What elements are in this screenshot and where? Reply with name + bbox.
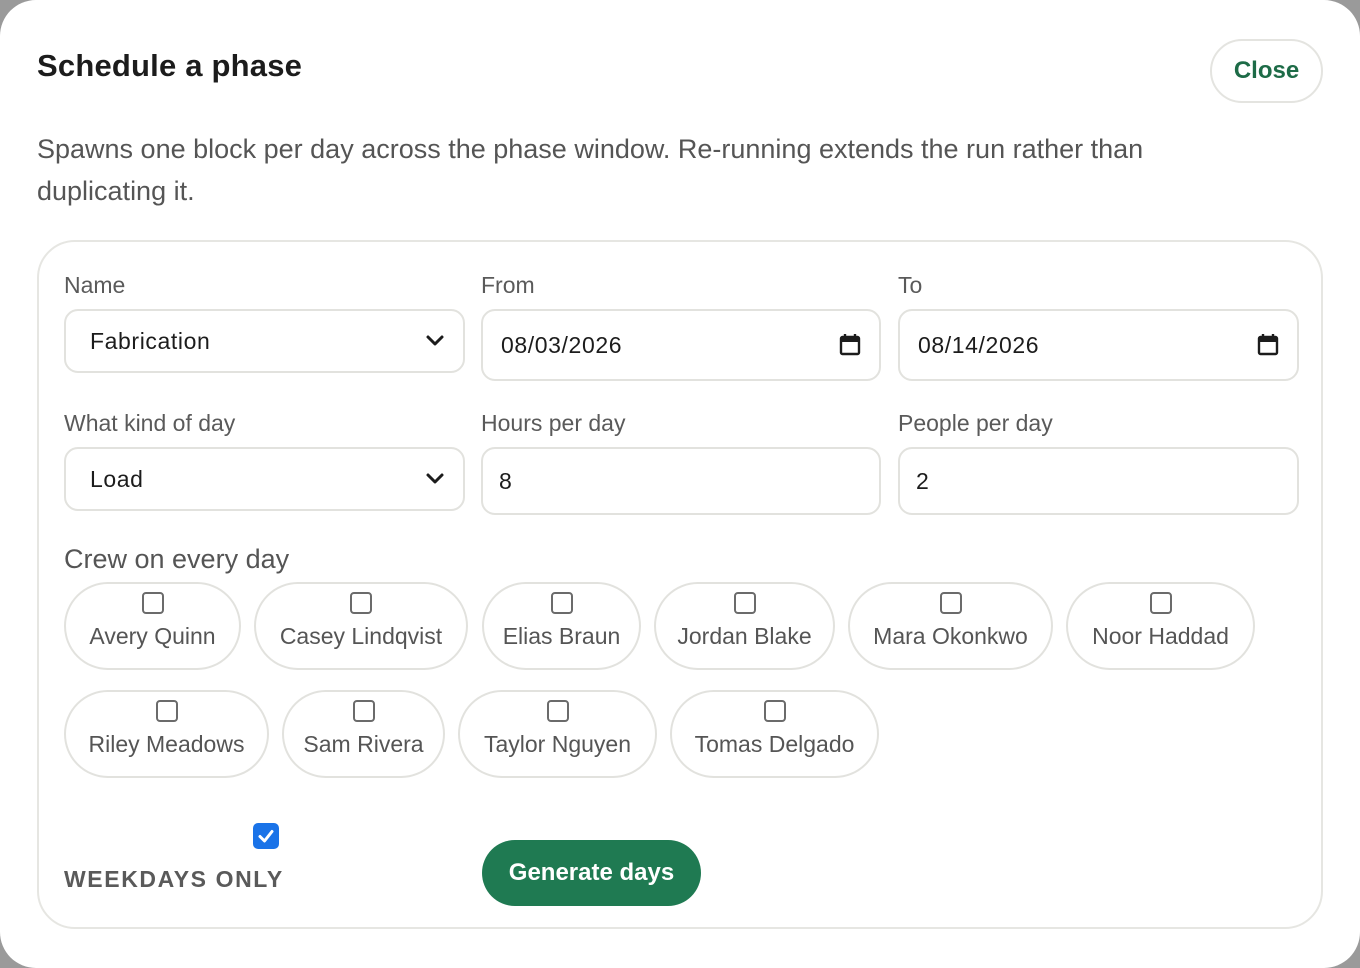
to-date-value: 08/14/2026 [918,331,1040,358]
name-label: Name [64,272,126,298]
crew-chip[interactable]: Riley Meadows [64,690,269,778]
crew-chip[interactable]: Casey Lindqvist [254,582,468,670]
generate-days-button[interactable]: Generate days [482,840,701,906]
weekdays-only-label: WEEKDAYS ONLY [64,866,284,892]
crew-member-name: Tomas Delgado [694,731,855,757]
crew-checkbox[interactable] [155,700,178,722]
crew-checkbox[interactable] [1149,592,1172,614]
dialog-description: Spawns one block per day across the phas… [37,134,1144,206]
crew-member-name: Taylor Nguyen [483,731,632,757]
day-kind-select[interactable]: Load [64,447,465,511]
close-button[interactable]: Close [1210,39,1323,103]
schedule-phase-dialog: Schedule a phase Close Spawns one block … [0,0,1360,968]
chevron-down-icon [426,335,444,346]
from-date-value: 08/03/2026 [501,331,623,358]
dialog-title: Schedule a phase [37,48,303,83]
chevron-down-icon [426,473,444,484]
crew-checkbox[interactable] [763,700,786,722]
people-input[interactable]: 2 [898,447,1299,515]
crew-chip[interactable]: Taylor Nguyen [458,690,657,778]
day-kind-label: What kind of day [64,410,236,436]
crew-checkbox[interactable] [546,700,569,722]
people-value: 2 [916,467,930,494]
crew-checkbox[interactable] [939,592,962,614]
crew-checkbox[interactable] [352,700,375,722]
crew-chip[interactable]: Elias Braun [482,582,641,670]
calendar-icon[interactable] [1257,333,1279,357]
name-select-value: Fabrication [90,327,211,354]
crew-checkbox[interactable] [550,592,573,614]
from-date-input[interactable]: 08/03/2026 [481,309,881,381]
crew-chip[interactable]: Avery Quinn [64,582,241,670]
calendar-icon[interactable] [839,333,861,357]
hours-label: Hours per day [481,410,626,436]
crew-checkbox[interactable] [350,592,372,614]
crew-chip[interactable]: Mara Okonkwo [848,582,1053,670]
crew-member-name: Mara Okonkwo [873,623,1028,649]
crew-member-name: Casey Lindqvist [279,623,443,649]
from-label: From [481,272,535,298]
crew-member-name: Elias Braun [502,623,621,649]
to-date-input[interactable]: 08/14/2026 [898,309,1299,381]
hours-input[interactable]: 8 [481,447,881,515]
crew-checkbox[interactable] [141,592,164,614]
weekdays-only-checkbox[interactable] [253,823,279,849]
crew-chip[interactable]: Sam Rivera [282,690,445,778]
crew-member-name: Sam Rivera [303,731,424,757]
crew-label: Crew on every day [64,544,290,574]
name-select[interactable]: Fabrication [64,309,465,373]
phase-form-card: Name Fabrication From 08/03/2026 To 08/1… [37,240,1323,929]
hours-value: 8 [499,467,513,494]
to-label: To [898,272,923,298]
crew-member-name: Jordan Blake [677,623,812,649]
crew-chip[interactable]: Tomas Delgado [670,690,879,778]
crew-chip[interactable]: Jordan Blake [654,582,835,670]
crew-chip[interactable]: Noor Haddad [1066,582,1255,670]
crew-member-name: Noor Haddad [1092,623,1229,649]
crew-member-name: Riley Meadows [88,731,245,757]
people-label: People per day [898,410,1053,436]
crew-checkbox[interactable] [733,592,756,614]
day-kind-value: Load [90,465,144,492]
crew-member-name: Avery Quinn [89,623,216,649]
checkmark-icon [258,830,274,843]
